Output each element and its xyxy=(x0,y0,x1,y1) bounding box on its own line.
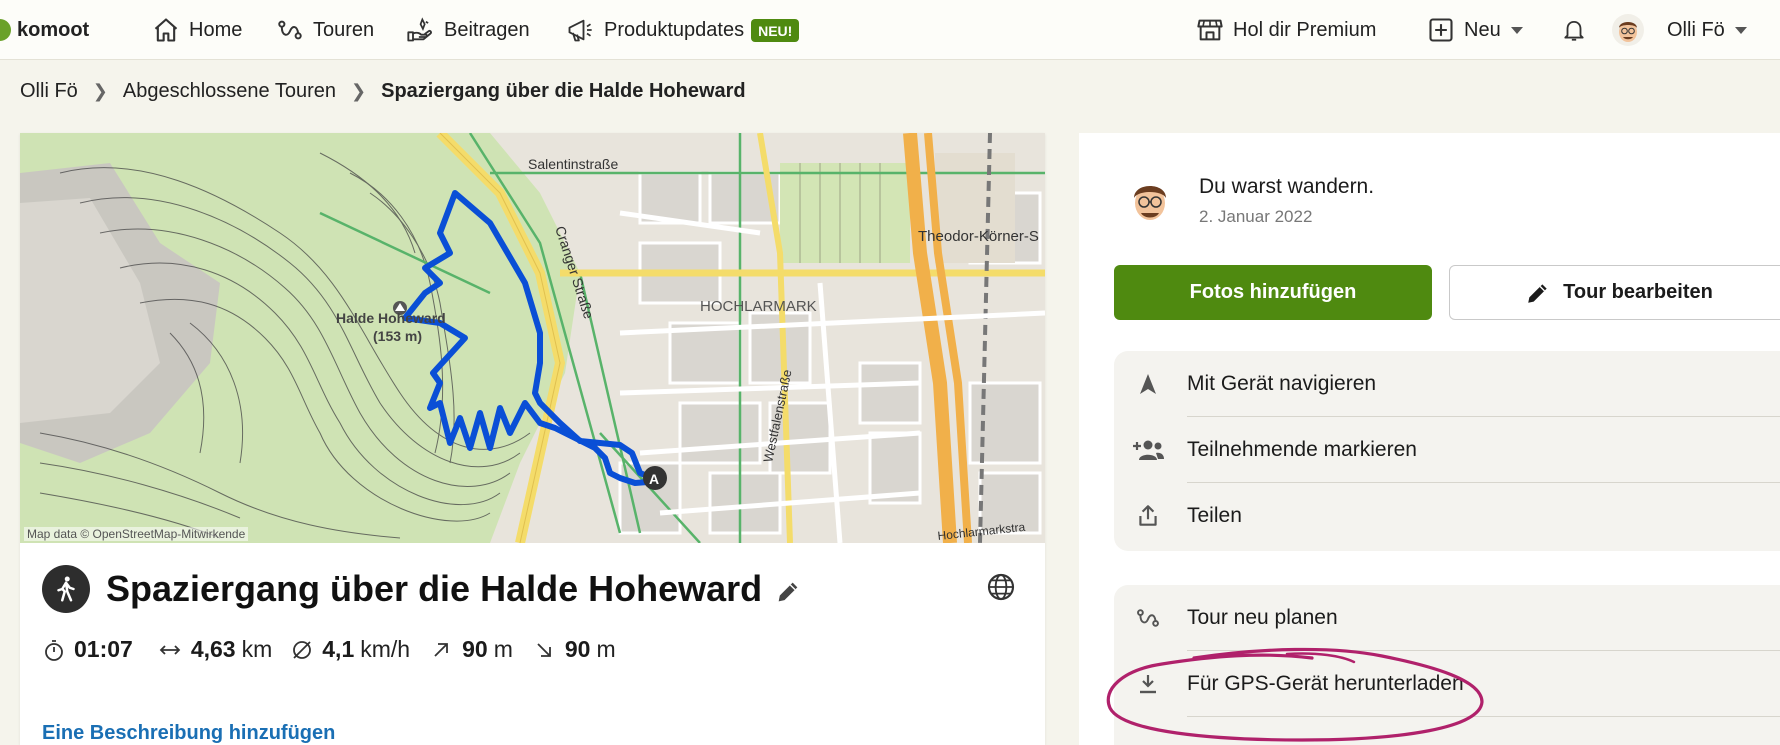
navigate-label: Mit Gerät navigieren xyxy=(1187,372,1377,395)
breadcrumb-section[interactable]: Abgeschlossene Touren xyxy=(123,80,336,103)
breadcrumb-current: Spaziergang über die Halde Hoheward xyxy=(381,79,746,102)
map-canvas[interactable]: Salentinstraße Cranger Straße HOCHLARMAR… xyxy=(20,133,1045,543)
nav-new-label: Neu xyxy=(1464,18,1501,41)
tour-stats: 01:07 4,63 km 4,1 km/h 90 m 90 m xyxy=(42,636,634,663)
uphill-value: 90 xyxy=(462,636,488,662)
breadcrumb-user[interactable]: Olli Fö xyxy=(20,80,78,103)
share[interactable]: Teilen xyxy=(1114,483,1780,549)
nav-home-label: Home xyxy=(189,18,243,41)
nav-contribute-label: Beitragen xyxy=(444,18,530,41)
map-label-halde-height: (153 m) xyxy=(373,328,422,344)
store-icon xyxy=(1197,19,1223,41)
nav-tours[interactable]: Touren xyxy=(276,0,374,60)
user-name: Olli Fö xyxy=(1667,18,1725,41)
route-icon xyxy=(1131,605,1165,631)
nav-premium-label: Hol dir Premium xyxy=(1233,18,1377,41)
hiking-icon xyxy=(42,565,90,613)
average-icon xyxy=(293,640,312,659)
avatar[interactable] xyxy=(1123,173,1177,227)
activity-text: Du warst wandern. 2. Januar 2022 xyxy=(1199,173,1374,227)
komoot-logo[interactable]: komoot xyxy=(0,0,89,60)
tour-map[interactable]: Salentinstraße Cranger Straße HOCHLARMAR… xyxy=(20,133,1045,543)
route-icon xyxy=(278,20,302,40)
navigate-with-device[interactable]: Mit Gerät navigieren xyxy=(1114,351,1780,417)
map-label-hochlarmark: HOCHLARMARK xyxy=(700,298,817,315)
chevron-down-icon xyxy=(1510,26,1523,34)
chevron-right-icon: ❯ xyxy=(351,80,367,101)
chevron-right-icon: ❯ xyxy=(92,80,108,101)
share-label: Teilen xyxy=(1187,504,1242,527)
new-badge: NEU! xyxy=(751,18,800,42)
tour-header: Spaziergang über die Halde Hoheward xyxy=(42,565,802,613)
add-description-link[interactable]: Eine Beschreibung hinzufügen xyxy=(42,722,335,745)
stat-downhill: 90 m xyxy=(531,636,616,663)
activity-description: Du warst wandern. xyxy=(1199,175,1375,198)
replan-label: Tour neu planen xyxy=(1187,606,1338,629)
stopwatch-icon xyxy=(45,639,63,661)
logo-text: komoot xyxy=(17,18,90,41)
notifications-button[interactable] xyxy=(1561,0,1596,60)
navigation-arrow-icon xyxy=(1131,371,1165,397)
nav-tours-label: Touren xyxy=(313,18,375,41)
nav-product-updates[interactable]: Produktupdates NEU! xyxy=(565,0,800,60)
nav-home[interactable]: Home xyxy=(152,0,242,60)
uphill-unit: m xyxy=(493,636,513,662)
stat-speed: 4,1 km/h xyxy=(290,636,410,663)
edit-tour-label: Tour bearbeiten xyxy=(1563,281,1713,303)
activity-date: 2. Januar 2022 xyxy=(1199,207,1313,226)
add-people-icon xyxy=(1131,438,1165,462)
bell-icon xyxy=(1564,20,1584,41)
tag-participants-label: Teilnehmende markieren xyxy=(1187,438,1417,461)
highlight-annotation xyxy=(1106,647,1484,742)
stat-distance: 4,63 km xyxy=(157,636,272,663)
stat-duration: 01:07 xyxy=(42,636,139,663)
arrow-up-right-icon xyxy=(434,642,448,657)
speed-unit: km/h xyxy=(360,636,411,662)
contribute-hand-icon xyxy=(407,17,432,42)
tour-card: Salentinstraße Cranger Straße HOCHLARMAR… xyxy=(20,133,1045,745)
stat-uphill: 90 m xyxy=(428,636,513,663)
tour-title: Spaziergang über die Halde Hoheward xyxy=(106,568,763,609)
distance-value: 4,63 xyxy=(190,636,236,662)
distance-unit: km xyxy=(241,636,273,662)
tag-participants[interactable]: Teilnehmende markieren xyxy=(1114,417,1780,483)
nav-product-updates-label: Produktupdates xyxy=(604,18,745,41)
breadcrumb: Olli Fö ❯ Abgeschlossene Touren ❯ Spazie… xyxy=(20,76,746,106)
distance-arrows-icon xyxy=(159,644,181,655)
activity-info: Du warst wandern. 2. Januar 2022 xyxy=(1123,173,1374,227)
action-group-primary: Mit Gerät navigieren Teilnehmende markie… xyxy=(1114,351,1780,551)
avatar xyxy=(1612,14,1644,46)
megaphone-icon xyxy=(568,19,592,42)
start-marker[interactable]: A xyxy=(649,471,659,487)
map-attribution[interactable]: Map data © OpenStreetMap-Mitwirkende xyxy=(24,527,249,541)
globe-icon[interactable] xyxy=(985,571,1017,603)
add-photos-button[interactable]: Fotos hinzufügen xyxy=(1114,265,1432,320)
duration-value: 01:07 xyxy=(74,636,133,662)
user-menu[interactable]: Olli Fö xyxy=(1612,0,1747,60)
speed-value: 4,1 xyxy=(322,636,355,662)
share-icon xyxy=(1131,503,1165,529)
logo-mark-icon xyxy=(0,19,11,41)
pencil-icon xyxy=(1528,283,1547,303)
home-icon xyxy=(154,18,178,42)
pencil-icon[interactable] xyxy=(774,578,802,606)
top-navigation: komoot Home Touren Beitragen Produktupda… xyxy=(0,0,1780,60)
nav-premium[interactable]: Hol dir Premium xyxy=(1196,0,1376,60)
nav-contribute[interactable]: Beitragen xyxy=(405,0,530,60)
nav-new-menu[interactable]: Neu xyxy=(1427,0,1523,60)
map-label-theodor: Theodor-Körner-S xyxy=(918,228,1039,245)
downhill-unit: m xyxy=(596,636,616,662)
arrow-down-right-icon xyxy=(537,642,551,657)
plus-square-icon xyxy=(1429,18,1453,42)
downhill-value: 90 xyxy=(564,636,591,662)
map-label-salentinstrasse: Salentinstraße xyxy=(528,156,618,172)
map-label-halde: Halde Hoheward xyxy=(336,310,446,326)
edit-tour-button[interactable]: Tour bearbeiten xyxy=(1449,265,1780,320)
chevron-down-icon xyxy=(1734,26,1747,34)
